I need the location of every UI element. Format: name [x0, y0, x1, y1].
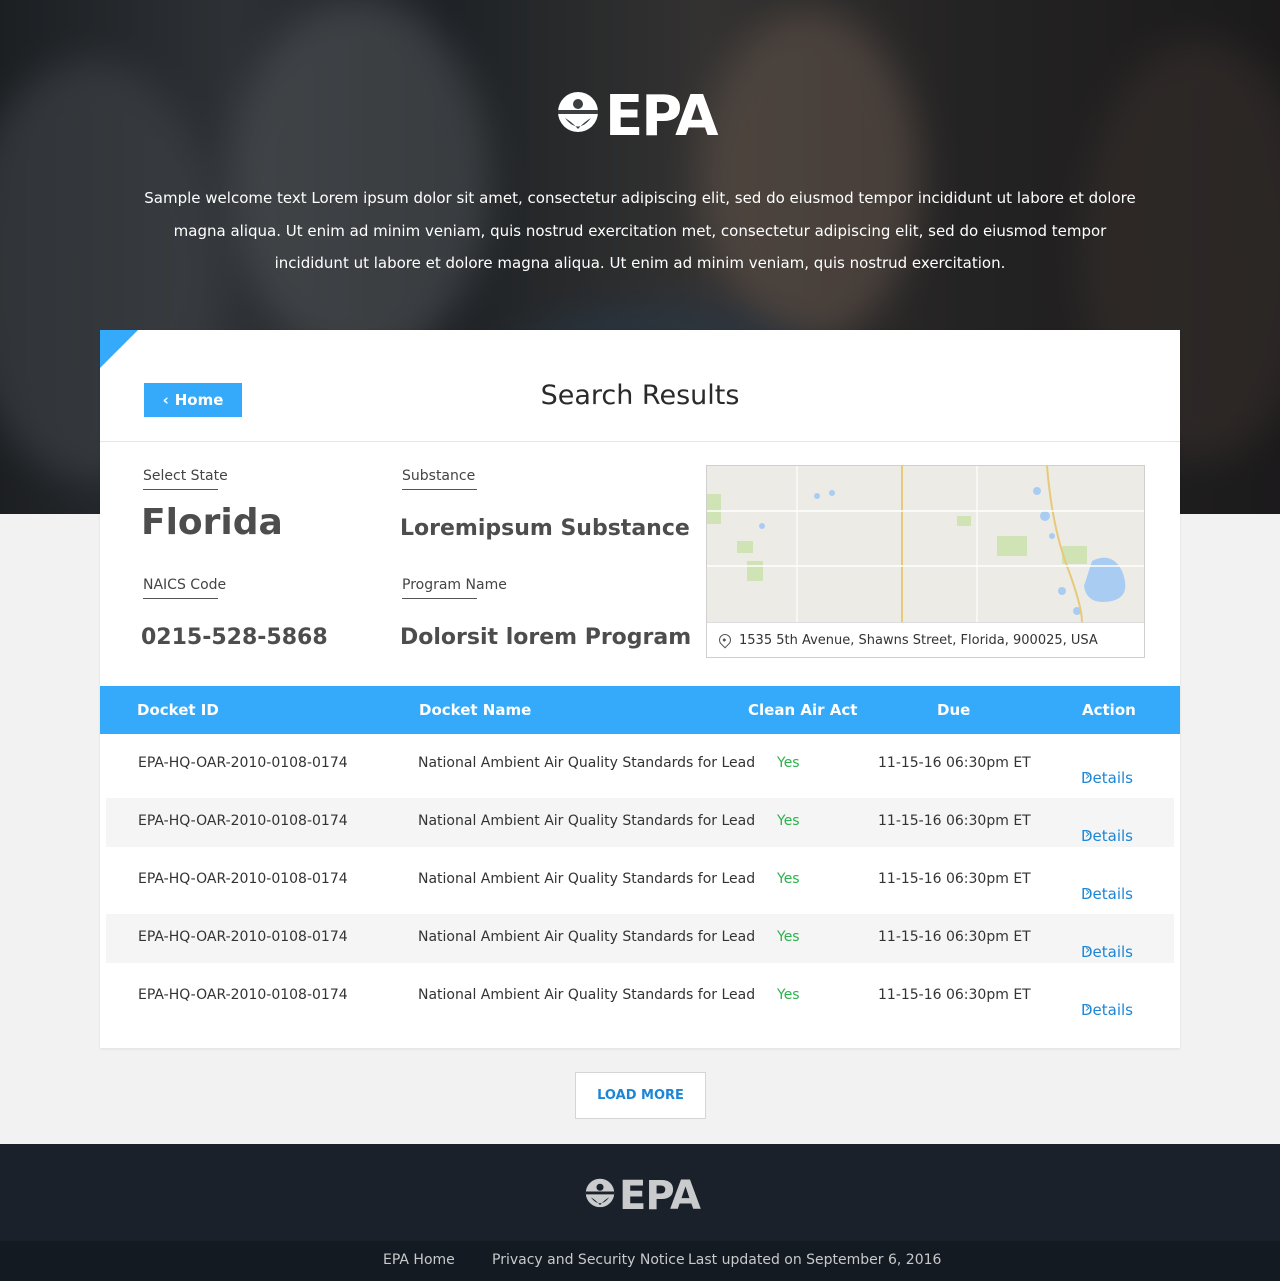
docket-name-cell: National Ambient Air Quality Standards f… [418, 987, 756, 1003]
chevron-right-icon: › [1085, 827, 1091, 842]
docket-id-cell: EPA-HQ-OAR-2010-0108-0174 [138, 987, 348, 1003]
substance-label: Substance [402, 468, 478, 490]
location-map[interactable]: 1535 5th Avenue, Shawns Street, Florida,… [706, 465, 1145, 658]
footer-logo-text: EPA [619, 1173, 701, 1219]
location-pin-icon [716, 631, 734, 649]
footer-epa-logo[interactable]: EPA [585, 1173, 701, 1219]
epa-logo-text: EPA [605, 84, 718, 149]
epa-logo[interactable]: EPA [557, 84, 718, 149]
docket-id-cell: EPA-HQ-OAR-2010-0108-0174 [138, 871, 348, 887]
clean-air-act-cell: Yes [777, 871, 800, 887]
clean-air-act-cell: Yes [777, 987, 800, 1003]
chevron-right-icon: › [1085, 1001, 1091, 1016]
table-row: EPA-HQ-OAR-2010-0108-0174 National Ambie… [106, 914, 1174, 963]
naics-code-label: NAICS Code [143, 577, 226, 599]
docket-name-cell: National Ambient Air Quality Standards f… [418, 871, 756, 887]
clean-air-act-cell: Yes [777, 813, 800, 829]
substance-value: Loremipsum Substance [400, 516, 690, 541]
welcome-text: Sample welcome text Lorem ipsum dolor si… [144, 189, 1136, 272]
last-updated-text: Last updated on September 6, 2016 [688, 1252, 942, 1268]
due-cell: 11-15-16 06:30pm ET [878, 871, 1031, 887]
table-row: EPA-HQ-OAR-2010-0108-0174 National Ambie… [106, 740, 1174, 789]
header-clean-air-act[interactable]: Clean Air Act [748, 701, 857, 719]
due-cell: 11-15-16 06:30pm ET [878, 755, 1031, 771]
naics-code-value: 0215-528-5868 [141, 625, 328, 650]
card-corner-accent [100, 330, 138, 368]
footer-link-privacy[interactable]: Privacy and Security Notice [492, 1252, 685, 1268]
search-results-card: ‹ Home Search Results Select State Flori… [100, 330, 1180, 1048]
chevron-right-icon: › [1085, 885, 1091, 900]
load-more-button[interactable]: LOAD MORE [575, 1072, 706, 1119]
clean-air-act-cell: Yes [777, 929, 800, 945]
docket-id-cell: EPA-HQ-OAR-2010-0108-0174 [138, 929, 348, 945]
chevron-right-icon: › [1085, 769, 1091, 784]
chevron-right-icon: › [1085, 943, 1091, 958]
docket-name-cell: National Ambient Air Quality Standards f… [418, 755, 756, 771]
header-due[interactable]: Due [937, 701, 970, 719]
docket-name-cell: National Ambient Air Quality Standards f… [418, 929, 756, 945]
epa-flower-icon [585, 1178, 615, 1207]
state-value: Florida [141, 502, 283, 543]
due-cell: 11-15-16 06:30pm ET [878, 929, 1031, 945]
header-docket-id[interactable]: Docket ID [137, 701, 219, 719]
docket-name-cell: National Ambient Air Quality Standards f… [418, 813, 756, 829]
divider [100, 441, 1180, 442]
page-title: Search Results [540, 380, 740, 411]
header-action: Action [1082, 701, 1136, 719]
table-row: EPA-HQ-OAR-2010-0108-0174 National Ambie… [106, 798, 1174, 847]
footer-link-epa-home[interactable]: EPA Home [383, 1252, 455, 1268]
footer-logo-bar: EPA [0, 1144, 1280, 1241]
docket-id-cell: EPA-HQ-OAR-2010-0108-0174 [138, 755, 348, 771]
due-cell: 11-15-16 06:30pm ET [878, 813, 1031, 829]
map-graphic [707, 466, 1144, 622]
due-cell: 11-15-16 06:30pm ET [878, 987, 1031, 1003]
address-text: 1535 5th Avenue, Shawns Street, Florida,… [739, 632, 1098, 648]
program-name-label: Program Name [402, 577, 507, 599]
select-state-label: Select State [143, 468, 228, 490]
epa-flower-icon [558, 92, 598, 132]
docket-id-cell: EPA-HQ-OAR-2010-0108-0174 [138, 813, 348, 829]
header-docket-name[interactable]: Docket Name [419, 701, 531, 719]
table-header: Docket ID Docket Name Clean Air Act Due … [100, 686, 1180, 734]
footer-links-bar: EPA Home Privacy and Security Notice Las… [0, 1241, 1280, 1281]
clean-air-act-cell: Yes [777, 755, 800, 771]
map-image[interactable] [707, 466, 1144, 622]
table-row: EPA-HQ-OAR-2010-0108-0174 National Ambie… [106, 856, 1174, 905]
map-address: 1535 5th Avenue, Shawns Street, Florida,… [707, 622, 1144, 657]
program-name-value: Dolorsit lorem Program [400, 625, 692, 650]
table-row: EPA-HQ-OAR-2010-0108-0174 National Ambie… [106, 972, 1174, 1021]
